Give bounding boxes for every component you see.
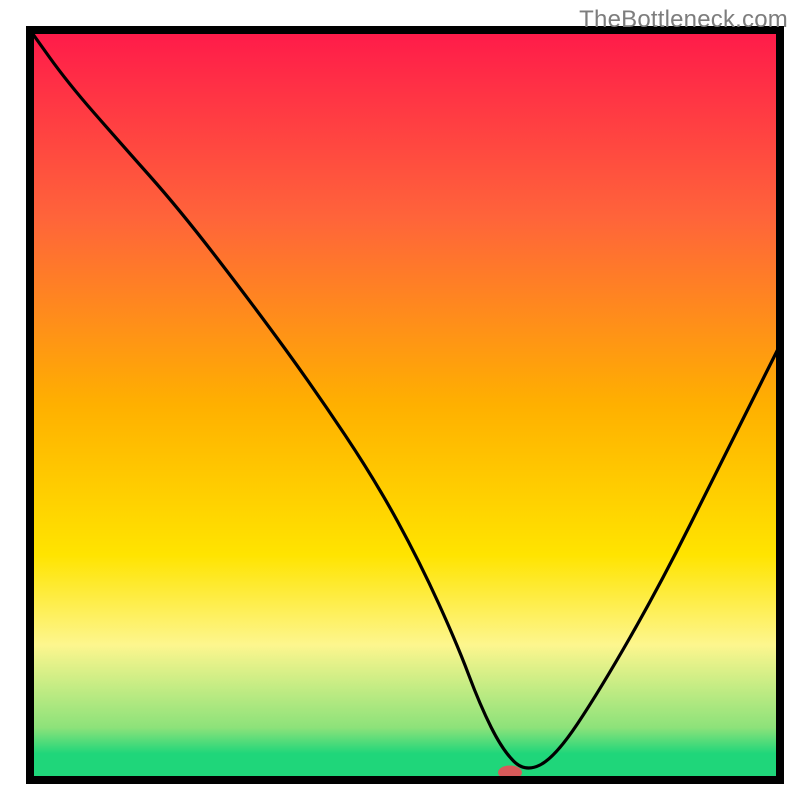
chart-svg [0, 0, 800, 800]
watermark-label: TheBottleneck.com [579, 6, 788, 34]
chart-frame: TheBottleneck.com [0, 0, 800, 800]
gradient-background [30, 30, 780, 780]
